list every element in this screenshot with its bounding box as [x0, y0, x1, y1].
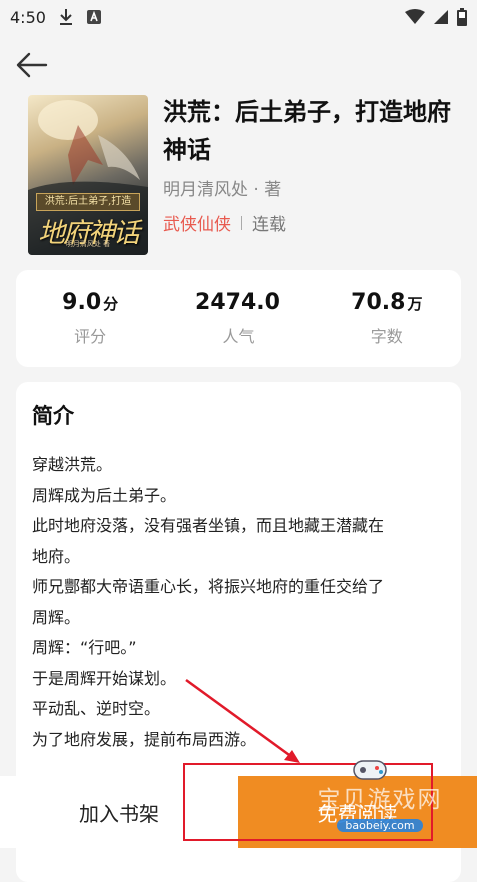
intro-line: 周辉：“行吧。”: [32, 638, 137, 657]
popularity-label: 人气: [222, 327, 255, 346]
status-time: 4:50: [10, 7, 46, 27]
header: [0, 40, 477, 90]
intro-line: 此时地府没落，没有强者坐镇，而且地藏王潜藏在: [32, 516, 385, 535]
status-bar: 4:50: [0, 0, 477, 34]
status-tag: 连载: [252, 215, 286, 235]
word-count-value: 70.8: [351, 290, 406, 315]
watermark-title: 宝贝游戏网: [317, 787, 443, 813]
rating-unit: 分: [103, 295, 119, 313]
stat-rating: 9.0 分 评分: [20, 290, 160, 347]
tag-divider: [241, 215, 242, 230]
intro-line: 于是周辉开始谋划。: [32, 668, 177, 688]
download-icon: [58, 8, 74, 26]
intro-line: 地府。: [32, 546, 81, 566]
book-header: 洪荒:后土弟子,打造 地府神话 明月清风处 著 洪荒：后土弟子，打造地府神话 明…: [28, 95, 458, 260]
back-button[interactable]: [14, 48, 50, 82]
rating-label: 评分: [74, 327, 107, 346]
intro-line: 师兄酆都大帝语重心长，将振兴地府的重任交给了: [32, 577, 385, 596]
intro-line: 平动乱、逆时空。: [32, 699, 161, 718]
book-author[interactable]: 明月清风处 · 著: [163, 175, 458, 200]
stat-word-count: 70.8 万 字数: [317, 290, 457, 347]
intro-line: 穿越洪荒。: [32, 455, 113, 474]
intro-line: 为了地府发展，提前布局西游。: [32, 729, 257, 749]
word-count-label: 字数: [370, 327, 403, 346]
watermark-url: baobeiy.com: [337, 819, 423, 832]
intro-line: 周辉。: [32, 607, 81, 627]
word-count-unit: 万: [407, 295, 423, 313]
cover-author-text: 明月清风处 著: [65, 240, 111, 248]
book-info: 洪荒：后土弟子，打造地府神话 明月清风处 · 著 武侠仙侠 连载: [163, 95, 458, 235]
a-font-icon: [86, 9, 102, 25]
intro-title: 简介: [32, 404, 74, 428]
wifi-icon: [405, 9, 425, 25]
stats-card: 9.0 分 评分 2474.0 人气 70.8 万 字数: [16, 270, 461, 367]
intro-line: 周辉成为后土弟子。: [32, 485, 177, 505]
cover-band-text: 洪荒:后土弟子,打造: [36, 193, 140, 211]
signal-icon: [433, 9, 449, 25]
site-watermark: 宝贝游戏网 baobeiy.com: [300, 760, 460, 840]
rating-value: 9.0: [62, 290, 102, 315]
book-tags: 武侠仙侠 连载: [163, 210, 458, 235]
genre-tag[interactable]: 武侠仙侠: [163, 210, 231, 235]
gamepad-icon: [353, 760, 387, 780]
book-title: 洪荒：后土弟子，打造地府神话: [163, 98, 451, 164]
popularity-value: 2474.0: [195, 290, 280, 315]
battery-icon: [457, 8, 467, 26]
stat-popularity: 2474.0 人气: [168, 290, 308, 347]
book-cover[interactable]: 洪荒:后土弟子,打造 地府神话 明月清风处 著: [28, 95, 148, 255]
back-arrow-icon[interactable]: [16, 52, 48, 78]
intro-text: 穿越洪荒。 周辉成为后土弟子。 此时地府没落，没有强者坐镇，而且地藏王潜藏在 地…: [32, 450, 452, 755]
